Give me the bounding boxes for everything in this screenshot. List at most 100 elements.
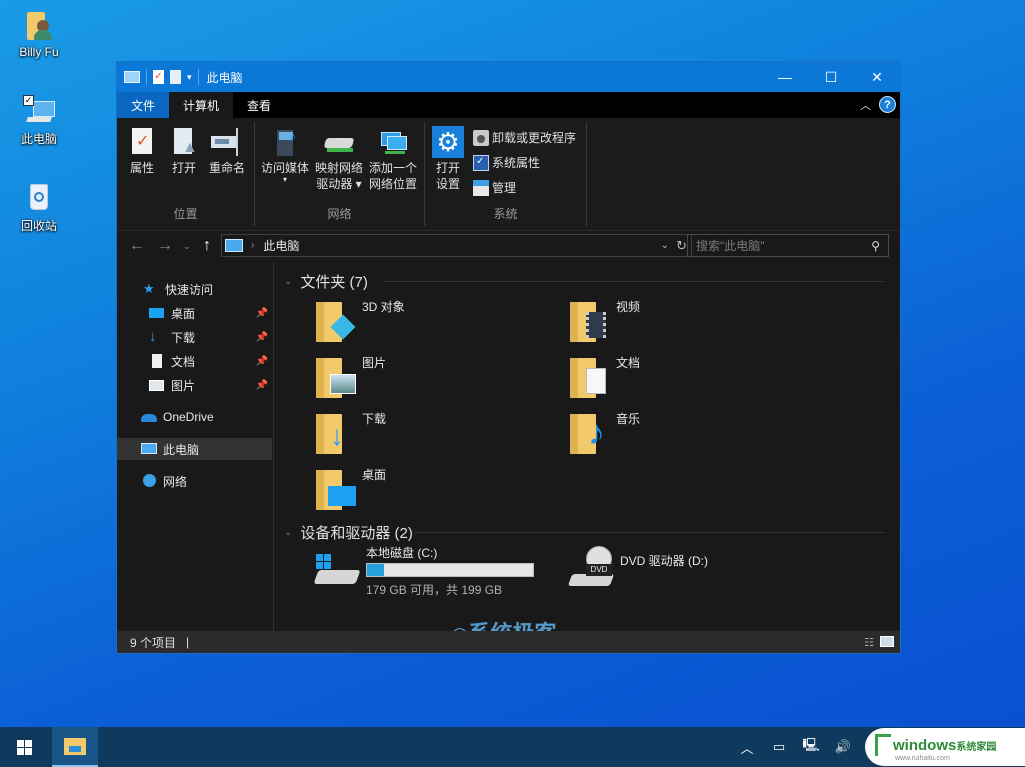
back-button[interactable]: ← xyxy=(129,237,145,255)
folder-icon: ♪ xyxy=(570,410,614,454)
battery-icon[interactable]: ▭ xyxy=(763,739,795,755)
this-pc-icon xyxy=(141,441,157,457)
uninstall-icon xyxy=(473,129,489,146)
desktop-icon-user[interactable]: Billy Fu xyxy=(8,10,70,59)
help-icon[interactable]: ? xyxy=(879,96,896,113)
folders-section-header[interactable]: ⌄ 文件夹 (7) xyxy=(284,271,884,292)
folder-item[interactable]: 图片 xyxy=(316,354,556,404)
minimize-button[interactable]: — xyxy=(762,62,808,92)
nav-item-pictures[interactable]: 图片 📌 xyxy=(117,374,272,396)
folder-item[interactable]: 文档 xyxy=(570,354,810,404)
desktop-icon-label: 此电脑 xyxy=(20,132,57,146)
nav-item-network[interactable]: 网络 xyxy=(117,470,272,492)
show-hidden-icons-icon[interactable]: ︿ xyxy=(731,738,763,757)
nav-item-downloads[interactable]: ↓ 下载 📌 xyxy=(117,326,272,348)
drives-section-header[interactable]: ⌄ 设备和驱动器 (2) xyxy=(284,522,884,543)
drive-d[interactable]: DVD DVD 驱动器 (D:) xyxy=(567,546,810,596)
status-separator: | xyxy=(186,635,190,649)
map-network-drive-button[interactable]: 映射网络 驱动器 ▾ xyxy=(313,126,365,192)
navigation-pane: ★ 快速访问 桌面 📌 ↓ 下载 📌 文档 📌 图片 📌 OneDrive 此电… xyxy=(117,262,274,631)
manage-icon xyxy=(473,179,489,196)
drive-usage-fill xyxy=(367,564,384,576)
nav-item-documents[interactable]: 文档 📌 xyxy=(117,350,272,372)
forward-button[interactable]: → xyxy=(157,237,173,255)
search-icon[interactable]: ⚲ xyxy=(871,239,880,253)
properties-button[interactable]: ✓ 属性 xyxy=(125,126,159,176)
add-network-location-button[interactable]: 添加一个 网络位置 xyxy=(367,126,419,192)
close-button[interactable]: ✕ xyxy=(854,62,900,92)
this-pc-icon: ✓ xyxy=(23,95,55,127)
brand-text: windows系统家园 xyxy=(893,737,997,754)
up-button[interactable]: ↑ xyxy=(203,237,211,255)
new-folder-icon[interactable] xyxy=(170,70,181,84)
folder-name: 桌面 xyxy=(362,468,387,482)
folder-icon xyxy=(570,298,614,342)
dvd-drive-icon: DVD xyxy=(567,546,615,590)
customize-qat-icon[interactable]: ▾ xyxy=(187,72,192,83)
nav-item-this-pc[interactable]: 此电脑 xyxy=(117,438,272,460)
ribbon-tabs: 文件 计算机 查看 ︿ ? xyxy=(117,92,900,118)
access-media-button[interactable]: ♪ 访问媒体 ▾ xyxy=(259,126,311,184)
network-status-icon[interactable]: 🖳 xyxy=(795,736,827,758)
breadcrumb-this-pc[interactable]: 此电脑 xyxy=(263,237,299,254)
pin-icon[interactable]: 📌 xyxy=(256,308,268,319)
folder-name: 视频 xyxy=(616,300,641,314)
status-bar: 9 个项目 | ☷ xyxy=(117,631,900,653)
tab-file[interactable]: 文件 xyxy=(117,92,170,118)
desktop-icon-recycle-bin[interactable]: 回收站 xyxy=(8,182,70,234)
group-label: 网络 xyxy=(327,207,352,221)
folder-item[interactable]: ♪ 音乐 xyxy=(570,410,810,460)
window-title: 此电脑 xyxy=(206,70,243,85)
folder-item[interactable]: 视频 xyxy=(570,298,810,348)
recycle-bin-icon xyxy=(23,182,55,214)
ribbon-group-system: ⚙ 打开 设置 卸载或更改程序 ✓ 系统属性 管理 系统 xyxy=(425,122,587,226)
this-pc-icon xyxy=(225,239,243,252)
tab-computer[interactable]: 计算机 xyxy=(169,92,234,118)
title-bar[interactable]: ✓ ▾ 此电脑 — ☐ ✕ xyxy=(117,62,900,92)
large-icons-view-icon[interactable] xyxy=(880,636,894,647)
collapse-ribbon-icon[interactable]: ︿ xyxy=(860,97,871,113)
pin-icon[interactable]: 📌 xyxy=(256,356,268,367)
nav-item-desktop[interactable]: 桌面 📌 xyxy=(117,302,272,324)
properties-icon[interactable]: ✓ xyxy=(153,70,164,84)
folder-item[interactable]: 3D 对象 xyxy=(316,298,556,348)
folder-icon: ↓ xyxy=(316,410,360,454)
drive-c[interactable]: 本地磁盘 (C:) 179 GB 可用，共 199 GB xyxy=(313,546,556,597)
maximize-button[interactable]: ☐ xyxy=(808,62,854,92)
system-properties-button[interactable]: ✓ 系统属性 xyxy=(473,154,540,171)
nav-item-onedrive[interactable]: OneDrive xyxy=(117,406,272,428)
ribbon: ✓ 属性 ▲ 打开 重命名 位置 ♪ 访问媒体 ▾ 映射网络 驱动器 ▾ 添加一… xyxy=(117,118,900,231)
open-button[interactable]: ▲ 打开 xyxy=(167,126,201,176)
search-input[interactable]: 搜索"此电脑" ⚲ xyxy=(687,234,889,257)
folder-icon xyxy=(316,354,360,398)
explorer-body: ★ 快速访问 桌面 📌 ↓ 下载 📌 文档 📌 图片 📌 OneDrive 此电… xyxy=(117,262,900,631)
pin-icon[interactable]: 📌 xyxy=(256,380,268,391)
address-dropdown-icon[interactable]: ⌄ xyxy=(661,240,669,251)
open-settings-button[interactable]: ⚙ 打开 设置 xyxy=(431,126,465,192)
details-view-icon[interactable]: ☷ xyxy=(864,636,874,649)
start-button[interactable] xyxy=(0,727,48,767)
address-bar[interactable]: › 此电脑 ⌄ ↻ xyxy=(221,234,692,257)
drive-name: DVD 驱动器 (D:) xyxy=(620,554,708,568)
folder-item[interactable]: ↓ 下载 xyxy=(316,410,556,460)
refresh-icon[interactable]: ↻ xyxy=(676,238,687,254)
recent-locations-button[interactable]: ⌄ xyxy=(183,241,191,252)
chevron-down-icon: ⌄ xyxy=(284,527,293,538)
nav-item-quick-access[interactable]: ★ 快速访问 xyxy=(117,278,272,300)
desktop-icon-this-pc[interactable]: ✓ 此电脑 xyxy=(8,95,70,147)
pictures-icon xyxy=(149,377,165,393)
folder-name: 图片 xyxy=(362,356,387,370)
quick-access-toolbar: ✓ ▾ xyxy=(117,69,199,85)
rename-icon xyxy=(211,126,243,158)
drive-usage-bar xyxy=(366,563,534,577)
tab-view[interactable]: 查看 xyxy=(233,92,285,118)
manage-button[interactable]: 管理 xyxy=(473,179,516,196)
volume-icon[interactable]: 🔊 xyxy=(827,739,859,755)
site-brand-badge: windows系统家园 www.ruihaitu.com xyxy=(865,728,1025,766)
rename-button[interactable]: 重命名 xyxy=(207,126,247,176)
uninstall-program-button[interactable]: 卸载或更改程序 xyxy=(473,129,576,146)
breadcrumb-separator-icon[interactable]: › xyxy=(251,240,254,251)
folder-item[interactable]: 桌面 xyxy=(316,466,556,516)
pin-icon[interactable]: 📌 xyxy=(256,332,268,343)
taskbar-file-explorer[interactable] xyxy=(52,727,98,767)
